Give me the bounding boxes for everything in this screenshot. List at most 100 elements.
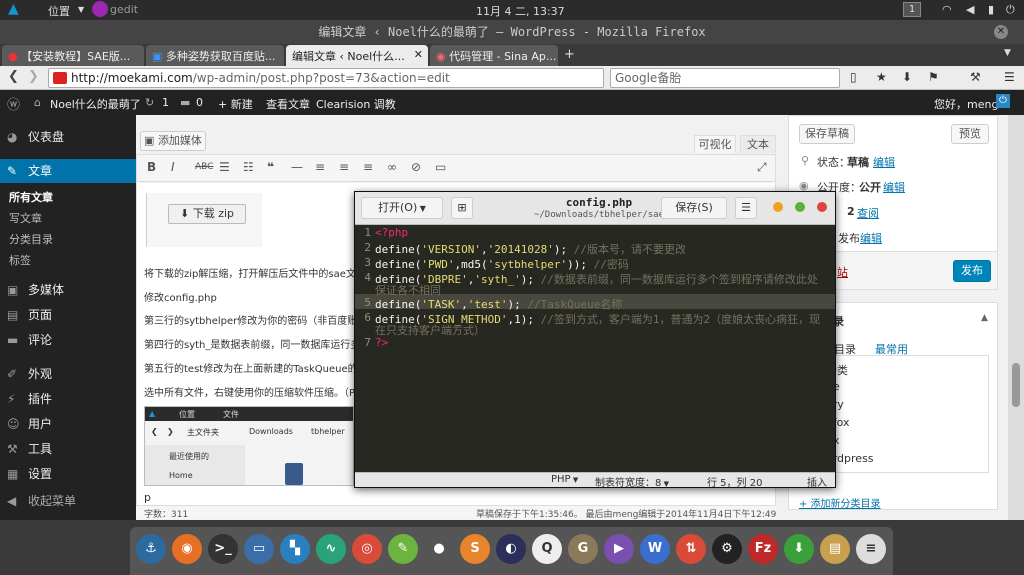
menu-collapse[interactable]: ◀ 收起菜单 (0, 489, 136, 513)
align-right-icon[interactable]: ≡ (363, 160, 373, 174)
menu-media[interactable]: ▣ 多媒体 (0, 278, 136, 302)
disks-icon[interactable]: ● (424, 534, 454, 564)
menu-posts[interactable]: ✎ 文章 (0, 159, 136, 183)
developer-icon[interactable]: ⚒ (970, 70, 981, 84)
eclipse-icon[interactable]: ◐ (496, 534, 526, 564)
add-category-link[interactable]: + 添加新分类目录 (799, 495, 881, 510)
menu-icon[interactable]: ☰ (1004, 70, 1015, 84)
unlink-icon[interactable]: ⊘ (411, 160, 421, 174)
tab-visual[interactable]: 可视化 (694, 135, 736, 153)
app-menu[interactable]: gedit (110, 3, 138, 16)
save-draft-button[interactable]: 保存草稿 (799, 124, 855, 144)
menu-pages[interactable]: ▤ 页面 (0, 303, 136, 327)
bookmark-icon[interactable]: ★ (876, 70, 887, 84)
clearision-link[interactable]: Clearision 调教 (316, 96, 396, 112)
submenu-tags[interactable]: 标签 (0, 251, 136, 271)
tab-text[interactable]: 文本 (740, 135, 776, 153)
back-icon[interactable]: ❮ (8, 69, 19, 84)
code-editor[interactable]: 1 2 3 4 5 6 7 <?php define('VERSION','20… (355, 225, 835, 472)
strikethrough-icon[interactable]: ABC (195, 162, 213, 172)
page-scrollbar[interactable] (1008, 115, 1024, 520)
files-icon[interactable]: ▤ (820, 534, 850, 564)
anchor-icon[interactable]: ⚓ (136, 534, 166, 564)
download-icon[interactable]: ⬇ (784, 534, 814, 564)
scrollbar-thumb[interactable] (1012, 363, 1020, 407)
player-icon[interactable]: ▶ (604, 534, 634, 564)
chrome-icon[interactable]: ◎ (352, 534, 382, 564)
submenu-write[interactable]: 写文章 (0, 209, 136, 229)
italic-icon[interactable]: I (171, 160, 175, 174)
forward-icon[interactable]: ❯ (28, 69, 39, 84)
save-button[interactable]: 保存(S) (661, 197, 727, 219)
account-greeting[interactable]: 您好，meng (934, 96, 998, 112)
align-center-icon[interactable]: ≡ (339, 160, 349, 174)
arch-icon[interactable]: ▲ (8, 1, 19, 17)
hamburger-menu-icon[interactable]: ☰ (735, 197, 757, 219)
link-icon[interactable]: ∞ (387, 160, 397, 174)
language-selector[interactable]: PHP ▼ (551, 474, 578, 485)
trash-link[interactable]: 站 (837, 264, 848, 280)
wordpress-logo-icon[interactable]: ⓦ (7, 94, 20, 113)
menu-settings[interactable]: ▦ 设置 (0, 462, 136, 486)
wifi-icon[interactable]: ◠ (942, 3, 952, 16)
quote-icon[interactable]: ❝ (267, 160, 274, 174)
menu-users[interactable]: ☺ 用户 (0, 412, 136, 436)
volume-icon[interactable]: ◀ (966, 3, 974, 16)
new-tab-icon[interactable]: + (564, 47, 575, 62)
tab-sina[interactable]: ◉ 代码管理 - Sina Ap... (430, 45, 558, 66)
close-window-icon[interactable]: ✕ (994, 25, 1008, 39)
site-name-link[interactable]: Noel什么的最萌了 (50, 96, 141, 112)
preview-button[interactable]: 预览 (951, 124, 989, 144)
extension-icon[interactable]: ⚑ (928, 70, 939, 84)
menu-tools[interactable]: ⚒ 工具 (0, 437, 136, 461)
tab-list-icon[interactable]: ▼ (1004, 48, 1011, 58)
maximize-icon[interactable] (795, 202, 805, 212)
tab-edit-post[interactable]: 编辑文章 ‹ Noel什么... ✕ (286, 45, 428, 66)
terminal-icon[interactable]: >_ (208, 534, 238, 564)
clock[interactable]: 11月 4 二, 13:37 (476, 3, 565, 19)
edit-time-link[interactable]: 编辑 (860, 230, 882, 246)
hr-icon[interactable]: — (291, 160, 303, 174)
browse-revisions-link[interactable]: 查阅 (857, 205, 879, 221)
workspace-indicator[interactable]: 1 (903, 2, 921, 17)
download-zip-button[interactable]: ⬇ 下载 zip (168, 204, 246, 224)
steam-icon[interactable]: ⚙ (712, 534, 742, 564)
menu-appearance[interactable]: ✐ 外观 (0, 362, 136, 386)
menu-plugins[interactable]: ⚡ 插件 (0, 387, 136, 411)
wps-icon[interactable]: W (640, 534, 670, 564)
tab-width-selector[interactable]: 制表符宽度：8 ▼ (595, 474, 669, 489)
avatar[interactable]: ⏻ (996, 94, 1010, 108)
bullet-list-icon[interactable]: ☰ (219, 160, 230, 174)
search-input[interactable]: Google备胎 (610, 68, 840, 88)
gimp-icon[interactable]: G (568, 534, 598, 564)
battery-icon[interactable]: ▮ (988, 3, 994, 16)
system-monitor-icon[interactable]: ▚ (280, 534, 310, 564)
gedit-icon[interactable]: ✎ (388, 534, 418, 564)
edit-visibility-link[interactable]: 编辑 (883, 179, 905, 195)
firefox-icon[interactable]: ◉ (172, 534, 202, 564)
menu-dashboard[interactable]: ◕ 仪表盘 (0, 125, 136, 149)
edit-status-link[interactable]: 编辑 (873, 154, 895, 170)
comments-icon[interactable]: ▬ (180, 96, 190, 109)
open-button[interactable]: 打开(O) ▼ (361, 197, 443, 219)
align-left-icon[interactable]: ≡ (315, 160, 325, 174)
tab-sae[interactable]: ● 【安装教程】SAE版... (2, 45, 144, 66)
more-tag-icon[interactable]: ▭ (435, 160, 446, 174)
toggle-panel-icon[interactable]: ▲ (981, 313, 988, 323)
add-media-button[interactable]: ▣ 添加媒体 (140, 131, 206, 151)
power-icon[interactable]: ⏻ (1006, 3, 1015, 17)
submenu-categories[interactable]: 分类目录 (0, 230, 136, 250)
sublime-icon[interactable]: S (460, 534, 490, 564)
filezilla-icon[interactable]: Fz (748, 534, 778, 564)
bold-icon[interactable]: B (147, 160, 156, 174)
virtualbox-icon[interactable]: ▭ (244, 534, 274, 564)
qq-icon[interactable]: Q (532, 534, 562, 564)
submenu-all-posts[interactable]: 所有文章 (0, 188, 136, 208)
publish-button[interactable]: 发布 (953, 260, 991, 282)
places-menu[interactable]: 位置 (48, 3, 70, 19)
reading-list-icon[interactable]: ▯ (850, 70, 857, 84)
notes-icon[interactable]: ≡ (856, 534, 886, 564)
minimize-icon[interactable] (773, 202, 783, 212)
close-icon[interactable] (817, 202, 827, 212)
view-post-link[interactable]: 查看文章 (266, 96, 310, 112)
